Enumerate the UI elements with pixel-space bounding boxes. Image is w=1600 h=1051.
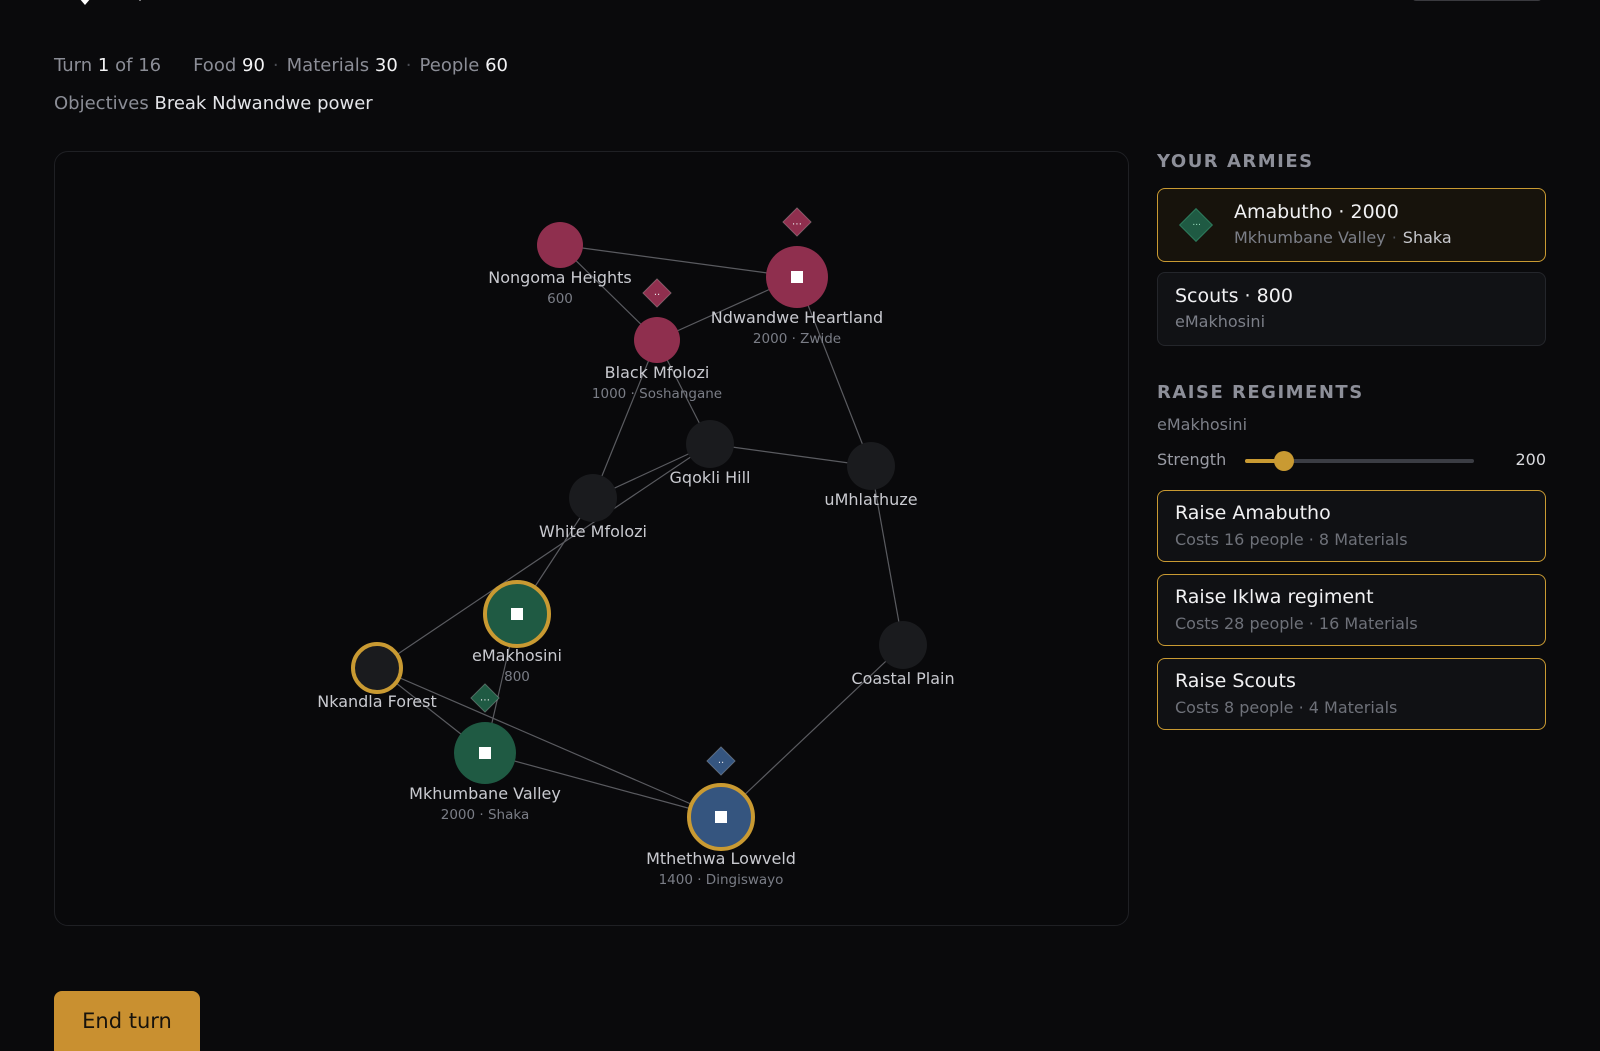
region-node[interactable] xyxy=(351,642,403,694)
region-name: Nkandla Forest xyxy=(317,692,437,711)
raise-option-title: Raise Amabutho xyxy=(1175,502,1331,524)
food-value: 90 xyxy=(242,55,265,76)
army-title: Scouts · 800 xyxy=(1175,285,1293,307)
region-garrison: 1400 · Dingiswayo xyxy=(659,872,784,888)
menu-diamond-icon xyxy=(80,0,90,5)
capital-icon xyxy=(479,747,491,759)
map-canvas[interactable]: Nongoma Heights 600 Ndwandwe Heartland 2000… xyxy=(55,152,1130,927)
region-node[interactable] xyxy=(847,442,895,490)
turn-number: 1 xyxy=(97,55,110,76)
region-black[interactable]: Black Mfolozi 1000 · Soshangane xyxy=(592,317,722,402)
army-location: eMakhosini xyxy=(1175,312,1266,331)
army-marker-black[interactable]: ·· xyxy=(642,278,672,308)
raise-title: Raise regiments xyxy=(1157,382,1364,403)
army-marker-mthethwa[interactable]: ·· xyxy=(706,746,736,776)
region-name: Coastal Plain xyxy=(851,669,954,688)
army-marker-glyph: ·· xyxy=(718,758,724,769)
region-name: Gqokli Hill xyxy=(670,468,751,487)
region-umhlathuze[interactable]: uMhlathuze xyxy=(824,442,918,509)
region-white[interactable]: White Mfolozi xyxy=(539,474,647,541)
strength-control: Strength 200 xyxy=(1157,446,1546,476)
objectives: Objectives Break Ndwandwe power xyxy=(54,93,373,114)
raise-amabutho-button[interactable]: Raise Amabutho Costs 16 people · 8 Mater… xyxy=(1157,490,1546,562)
raise-iklwa-button[interactable]: Raise Iklwa regiment Costs 28 people · 1… xyxy=(1157,574,1546,646)
raise-scouts-button[interactable]: Raise Scouts Costs 8 people · 4 Material… xyxy=(1157,658,1546,730)
region-name: Mkhumbane Valley xyxy=(409,784,561,803)
raise-option-title: Raise Iklwa regiment xyxy=(1175,586,1374,608)
region-name: Black Mfolozi xyxy=(605,363,710,382)
raise-option-cost: Costs 8 people · 4 Materials xyxy=(1175,698,1398,717)
chevron-icon xyxy=(138,0,142,2)
capital-icon xyxy=(715,811,727,823)
raise-option-cost: Costs 28 people · 16 Materials xyxy=(1175,614,1418,633)
region-nkandla[interactable]: Nkandla Forest xyxy=(317,642,437,711)
army-title: Amabutho · 2000 xyxy=(1234,201,1399,223)
region-name: uMhlathuze xyxy=(824,490,917,509)
region-node[interactable] xyxy=(569,474,617,522)
region-name: White Mfolozi xyxy=(539,522,647,541)
resource-bar: Turn 1 of 16 Food 90 · Materials 30 · People … xyxy=(54,55,508,76)
materials-value: 30 xyxy=(374,55,398,76)
header-button[interactable] xyxy=(1412,0,1542,1)
strength-slider-thumb[interactable] xyxy=(1273,451,1294,471)
region-garrison: 2000 · Zwide xyxy=(753,331,841,347)
strength-value: 200 xyxy=(1515,450,1546,469)
army-commander: Shaka xyxy=(1402,228,1452,247)
capital-icon xyxy=(791,271,803,283)
total-turns: 16 xyxy=(138,55,162,76)
campaign-map[interactable]: Nongoma Heights 600 Ndwandwe Heartland 2000… xyxy=(54,151,1129,926)
strength-slider[interactable] xyxy=(1245,451,1474,471)
army-location: Mkhumbane Valley xyxy=(1234,228,1386,247)
end-turn-button[interactable]: End turn xyxy=(54,991,200,1051)
region-name: eMakhosini xyxy=(472,646,562,665)
region-garrison: 600 xyxy=(547,291,573,307)
region-garrison: 1000 · Soshangane xyxy=(592,386,722,402)
army-marker-heartland[interactable]: ⋯ xyxy=(782,207,812,237)
map-edge xyxy=(709,443,872,467)
army-marker-glyph: ⋯ xyxy=(792,219,802,230)
region-node[interactable] xyxy=(686,420,734,468)
raise-option-cost: Costs 16 people · 8 Materials xyxy=(1175,530,1408,549)
raise-region: eMakhosini xyxy=(1157,415,1248,434)
strength-label: Strength xyxy=(1157,450,1227,469)
region-name: Ndwandwe Heartland xyxy=(711,308,883,327)
region-garrison: 2000 · Shaka xyxy=(441,807,529,823)
region-node[interactable] xyxy=(537,222,583,268)
capital-icon xyxy=(511,608,523,620)
objective-text: Break Ndwandwe power xyxy=(154,93,373,114)
region-mthethwa[interactable]: Mthethwa Lowveld 1400 · Dingiswayo xyxy=(646,783,796,888)
raise-option-title: Raise Scouts xyxy=(1175,670,1296,692)
region-coastal[interactable]: Coastal Plain xyxy=(851,621,955,688)
region-garrison: 800 xyxy=(504,669,530,685)
army-card-amabutho[interactable]: ··· Amabutho · 2000 Mkhumbane Valley · Sha… xyxy=(1157,188,1546,262)
region-name: Mthethwa Lowveld xyxy=(646,849,796,868)
army-marker-glyph: ·· xyxy=(654,290,660,301)
army-marker-glyph: ⋯ xyxy=(480,695,490,706)
army-diamond-icon: ··· xyxy=(1179,208,1213,242)
people-value: 60 xyxy=(485,55,508,76)
region-node[interactable] xyxy=(879,621,927,669)
side-panel: Your armies ··· Amabutho · 2000 Mkhumban… xyxy=(1157,151,1546,730)
region-emakhosini[interactable]: eMakhosini 800 xyxy=(472,580,562,685)
region-name: Nongoma Heights xyxy=(488,268,632,287)
army-card-scouts[interactable]: Scouts · 800 eMakhosini xyxy=(1157,272,1546,346)
region-gqokli[interactable]: Gqokli Hill xyxy=(670,420,751,487)
armies-title: Your armies xyxy=(1157,151,1314,172)
region-heartland[interactable]: Ndwandwe Heartland 2000 · Zwide xyxy=(711,246,883,347)
region-node[interactable] xyxy=(634,317,680,363)
